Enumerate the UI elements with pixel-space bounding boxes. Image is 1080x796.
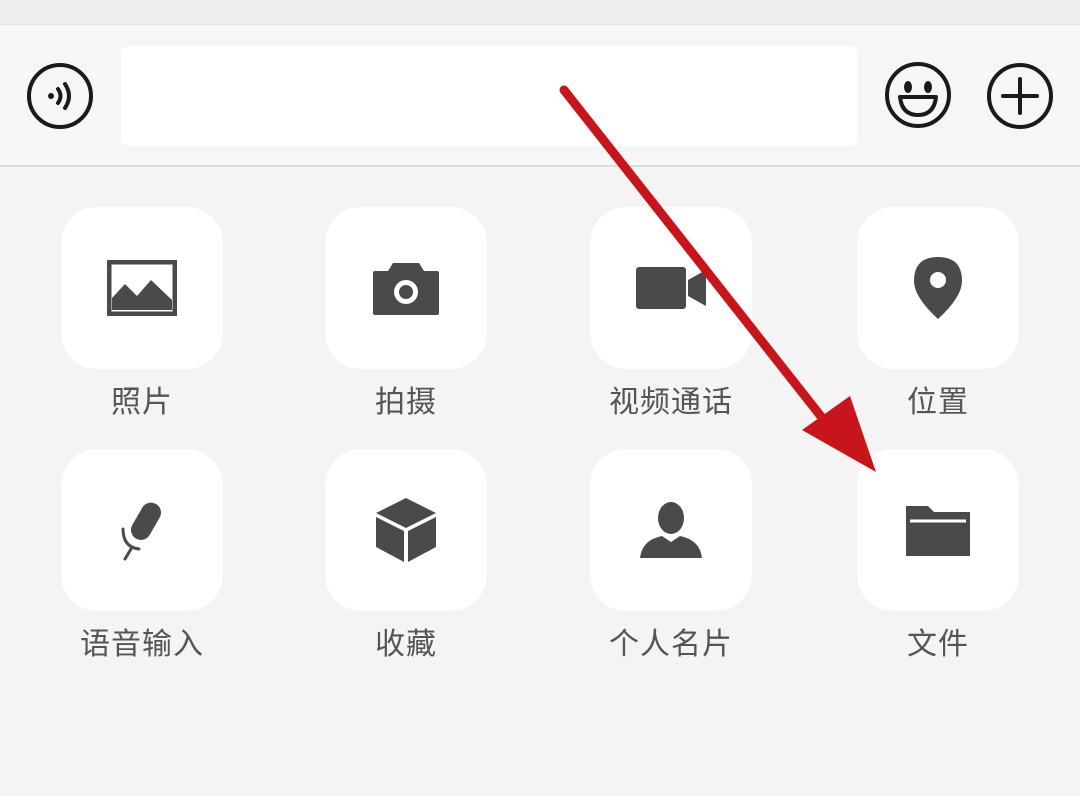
action-voice-input-tile[interactable] — [61, 449, 223, 611]
plus-circle-icon — [987, 63, 1053, 129]
action-voice-input-label: 语音输入 — [80, 627, 204, 662]
camera-icon — [373, 263, 439, 315]
person-icon — [640, 502, 702, 558]
action-photo-tile[interactable] — [61, 207, 223, 369]
action-contact-card[interactable]: 个人名片 — [590, 449, 752, 665]
location-pin-icon — [914, 257, 962, 319]
action-file[interactable]: 文件 — [857, 449, 1019, 665]
action-photo-label: 照片 — [111, 385, 173, 420]
action-video-call-label: 视频通话 — [609, 385, 733, 420]
image-icon — [107, 260, 177, 316]
microphone-icon — [121, 502, 161, 561]
action-favorites[interactable]: 收藏 — [325, 449, 487, 665]
action-contact-card-tile[interactable] — [590, 449, 752, 611]
action-location-tile[interactable] — [857, 207, 1019, 369]
action-video-call[interactable]: 视频通话 — [590, 207, 752, 423]
voice-button[interactable] — [27, 63, 93, 129]
emoji-icon — [885, 62, 951, 128]
action-capture-tile[interactable] — [325, 207, 487, 369]
action-favorites-tile[interactable] — [325, 449, 487, 611]
folder-icon — [906, 506, 970, 556]
action-photo[interactable]: 照片 — [61, 207, 223, 423]
emoji-button[interactable] — [884, 61, 952, 129]
plus-button[interactable] — [986, 62, 1054, 130]
action-capture-label: 拍摄 — [375, 385, 437, 420]
action-video-call-tile[interactable] — [590, 207, 752, 369]
action-location[interactable]: 位置 — [857, 207, 1019, 423]
action-file-label: 文件 — [907, 627, 969, 662]
video-camera-icon — [636, 267, 706, 309]
voice-icon — [27, 63, 93, 129]
box-icon — [376, 498, 436, 562]
message-input[interactable] — [121, 46, 858, 146]
input-bar — [0, 25, 1080, 167]
more-actions-panel: 照片 拍摄 视频通话 位置 语音输入 收藏 个人名片 文件 — [0, 167, 1080, 796]
action-contact-card-label: 个人名片 — [609, 627, 733, 662]
top-strip — [0, 0, 1080, 25]
action-voice-input[interactable]: 语音输入 — [61, 449, 223, 665]
action-location-label: 位置 — [907, 385, 969, 420]
action-file-tile[interactable] — [857, 449, 1019, 611]
action-capture[interactable]: 拍摄 — [325, 207, 487, 423]
action-favorites-label: 收藏 — [375, 627, 437, 662]
